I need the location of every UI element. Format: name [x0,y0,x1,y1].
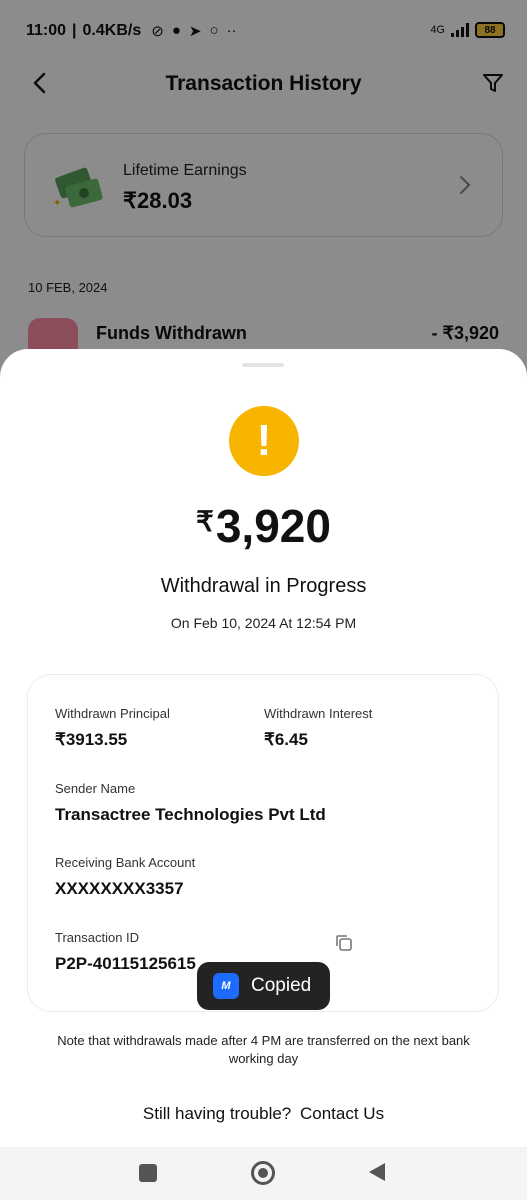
principal-value: ₹3913.55 [55,730,128,749]
copied-toast: M Copied [197,962,330,1010]
bank-account-value: XXXXXXXX3357 [55,879,184,898]
sheet-drag-handle[interactable] [242,363,284,367]
interest-value: ₹6.45 [264,730,308,749]
interest-label: Withdrawn Interest [264,706,373,721]
withdrawal-date: On Feb 10, 2024 At 12:54 PM [170,615,357,631]
back-button[interactable] [369,1163,385,1181]
warning-icon: ! [229,406,299,476]
app-logo-icon: M [213,973,239,999]
transaction-detail-sheet: ! ₹3,920 Withdrawal in Progress On Feb 1… [0,349,527,1147]
amount-value: 3,920 [215,500,331,552]
sender-value: Transactree Technologies Pvt Ltd [55,805,326,824]
home-button[interactable] [251,1161,275,1185]
withdrawal-note: Note that withdrawals made after 4 PM ar… [57,1033,470,1066]
system-nav-bar [0,1147,527,1200]
withdrawal-status: Withdrawal in Progress [160,575,367,597]
principal-label: Withdrawn Principal [55,706,170,721]
contact-us-link[interactable]: Contact Us [300,1104,384,1123]
bank-account-label: Receiving Bank Account [55,855,196,870]
sender-label: Sender Name [55,781,136,796]
withdrawal-amount: ₹3,920 [0,499,527,553]
currency-symbol: ₹ [196,506,214,537]
recents-button[interactable] [139,1164,157,1182]
help-row: Still having trouble? Contact Us [0,1104,527,1124]
transaction-id-label: Transaction ID [55,930,140,945]
transaction-id-value: P2P-40115125615 [55,954,196,973]
toast-text: Copied [251,975,312,996]
copy-icon[interactable] [334,933,354,953]
help-question: Still having trouble? [142,1104,292,1123]
